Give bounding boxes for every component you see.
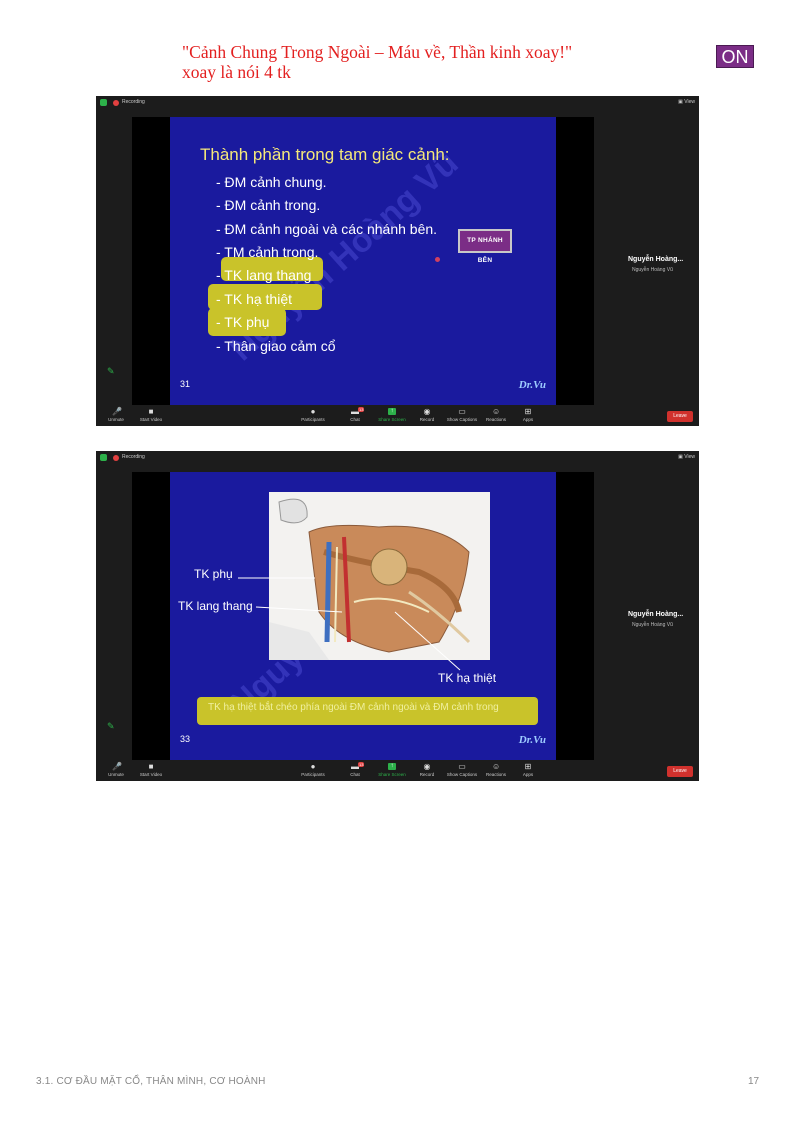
unmute-button[interactable]: 🎤 Unmute [96,762,136,778]
record-icon: ◉ [423,762,431,771]
recording-icon [113,100,119,106]
participant-tile[interactable]: Nguyễn Hoàng... Nguyễn Hoàng Vũ [622,611,699,628]
microphone-muted-icon: 🎤 [112,762,122,771]
footer-section-title: 3.1. CƠ ĐẦU MẶT CỔ, THÂN MÌNH, CƠ HOÀNH [36,1076,266,1087]
pointer-dot [435,257,440,262]
annotation-box: TP NHÁNH BÊN [458,229,512,264]
share-screen-button[interactable]: ↑ Share Screen [372,408,412,422]
zoom-top-bar: Recording ▣ View [96,451,699,465]
captions-icon: ▭ [458,762,466,771]
slide-title: Thành phần trong tam giác cảnh: [200,145,450,164]
apps-button[interactable]: ⊞ Apps [508,762,548,778]
smiley-icon: ☺ [492,407,501,416]
zoom-toolbar: 🎤 Unmute ■ Start Video ● Participants ▬ 13 Ch… [96,761,699,781]
zoom-screenshot-slide-33: Recording ▣ View Nguyễn Hoàng Vũ [96,451,699,781]
participant-name: Nguyễn Hoàng... [628,256,684,263]
people-icon: ● [310,407,316,416]
view-button[interactable]: ▣ View [678,99,695,105]
zoom-screenshot-slide-31: Recording ▣ View Nguyễn Hoàng Vũ Thành p… [96,96,699,426]
apps-icon: ⊞ [524,407,532,416]
slide-list-item: - TM cảnh trong. [216,244,319,260]
pencil-icon[interactable]: ✎ [107,722,115,731]
record-button[interactable]: ◉ Record [407,407,447,423]
label-tk-ha-thiet: TK hạ thiệt [438,671,497,685]
label-tk-phu: TK phụ [194,567,233,581]
recording-icon [113,455,119,461]
participant-name: Nguyễn Hoàng... [628,611,684,618]
record-button[interactable]: ◉ Record [407,762,447,778]
slide-list-item: - ĐM cảnh ngoài và các nhánh bên. [216,221,438,237]
shield-icon [100,454,107,461]
slide-33: Nguyễn Hoàng Vũ TK phụ TK lang [170,472,556,760]
people-icon: ● [310,762,316,771]
participants-button[interactable]: ● Participants [293,762,333,778]
start-video-button[interactable]: ■ Start Video [131,762,171,778]
slide-list-item: - TK lang thang [216,267,312,283]
chat-button[interactable]: ▬ 13 Chat [335,407,375,422]
share-screen-button[interactable]: ↑ Share Screen [372,763,412,777]
shield-icon [100,99,107,106]
slide-signature: Dr.Vu [518,734,546,746]
on-badge: ON [716,45,754,68]
participant-subname: Nguyễn Hoàng Vũ [632,622,673,628]
participant-subname: Nguyễn Hoàng Vũ [632,267,673,273]
view-button[interactable]: ▣ View [678,454,695,460]
recording-label: Recording [122,454,145,460]
video-off-icon: ■ [148,407,154,416]
label-tk-lang-thang: TK lang thang [178,599,253,613]
pencil-icon[interactable]: ✎ [107,367,115,376]
slide-list-item: - ĐM cảnh chung. [216,174,327,190]
chat-button[interactable]: ▬ 13 Chat [335,762,375,777]
apps-button[interactable]: ⊞ Apps [508,407,548,423]
leave-button[interactable]: Leave [667,766,693,777]
slide-list-item: - TK phụ [216,314,270,330]
footer-page-number: 17 [748,1076,760,1087]
leave-button[interactable]: Leave [667,411,693,422]
captions-icon: ▭ [458,407,466,416]
slide-list-item: - TK hạ thiệt [216,291,293,307]
start-video-button[interactable]: ■ Start Video [131,407,171,423]
apps-icon: ⊞ [524,762,532,771]
recording-label: Recording [122,99,145,105]
share-icon: ↑ [388,763,396,770]
shared-screen: Nguyễn Hoàng Vũ TK phụ TK lang [132,472,594,760]
handwritten-note: "Cảnh Chung Trong Ngoài – Máu về, Thần k… [182,42,572,82]
zoom-top-bar: Recording ▣ View [96,96,699,110]
record-icon: ◉ [423,407,431,416]
smiley-icon: ☺ [492,762,501,771]
share-icon: ↑ [388,408,396,415]
note-line-1: "Cảnh Chung Trong Ngoài – Máu về, Thần k… [182,42,573,62]
video-off-icon: ■ [148,762,154,771]
shared-screen: Nguyễn Hoàng Vũ Thành phần trong tam giá… [132,117,594,405]
slide-number: 33 [180,734,191,744]
slide-31: Nguyễn Hoàng Vũ Thành phần trong tam giá… [170,117,556,405]
unmute-button[interactable]: 🎤 Unmute [96,407,136,423]
microphone-muted-icon: 🎤 [112,407,122,416]
participant-tile[interactable]: Nguyễn Hoàng... Nguyễn Hoàng Vũ [622,256,699,273]
zoom-toolbar: 🎤 Unmute ■ Start Video ● Participants ▬ 13 Ch… [96,406,699,426]
slide-list-item: - ĐM cảnh trong. [216,197,321,213]
highlight-note: TK hạ thiệt bắt chéo phía ngoài ĐM cảnh … [197,697,538,725]
slide-number: 31 [180,379,191,389]
slide-signature: Dr.Vu [518,379,546,391]
participants-button[interactable]: ● Participants [293,407,333,423]
note-line-2: xoay là nói 4 tk [182,62,291,82]
slide-list-item: - Thân giao cảm cổ [216,338,336,354]
